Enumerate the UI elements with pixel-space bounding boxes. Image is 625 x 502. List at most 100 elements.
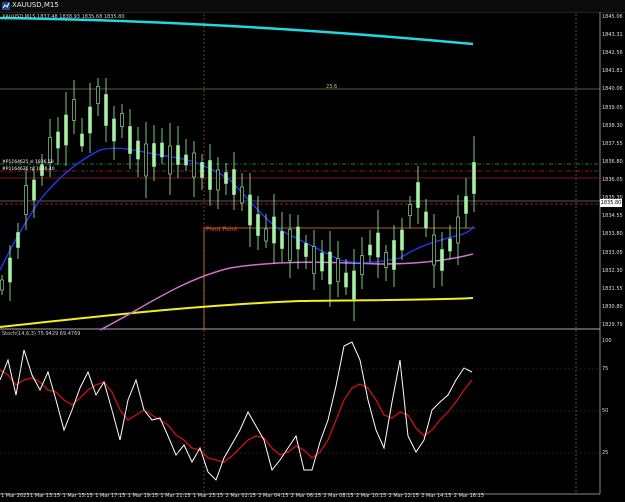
candle-body [64, 114, 68, 146]
candle-body [160, 142, 164, 158]
candle-body [24, 185, 28, 215]
price-tick-label: 1834.55 [602, 213, 623, 220]
candle-body [32, 179, 36, 201]
chart-window[interactable]: XAUUSD,M15 XAUUSD,M15 1837.48 1838.93 18… [0, 0, 625, 502]
time-tick-label: 2 Mar 16:15 [453, 493, 484, 499]
time-tick-label: 2 Mar 06:15 [290, 493, 321, 499]
candle-body [472, 162, 476, 194]
candlestick-series [0, 78, 476, 321]
time-tick-label: 2 Mar 08:15 [323, 493, 354, 499]
candle-body [296, 226, 300, 250]
price-tick-label: 1837.55 [602, 140, 623, 147]
stochastic-signal-line [0, 369, 473, 463]
time-tick-label: 1 Mar 19:15 [127, 493, 158, 499]
candle-body [128, 126, 132, 154]
candle-body [240, 186, 244, 204]
price-tick-label: 1842.56 [602, 50, 623, 57]
candle-body [256, 214, 260, 236]
tp-line-label: #P1164625 tp 1836.40 [2, 167, 55, 172]
time-tick-label: 2 Mar 10:15 [356, 493, 387, 499]
candle-body [368, 244, 372, 256]
candle-body [304, 243, 308, 257]
candle-body [464, 196, 468, 214]
indicator-tick-label: 50 [602, 408, 609, 414]
sl-line-label: #P1164625 sl 1836.50 [2, 160, 54, 165]
price-chart[interactable] [0, 0, 625, 502]
candle-body [16, 232, 20, 248]
indicator-tick-label: 25 [602, 450, 609, 456]
candle-body [456, 216, 460, 244]
time-tick-label: 1 Mar 15:15 [62, 493, 93, 499]
current-price-badge: 1835.80 [600, 199, 622, 207]
candle-body [216, 169, 220, 191]
candle-body [312, 246, 316, 274]
candle-body [120, 113, 124, 127]
ma-mid-line [99, 253, 474, 331]
candle-body [336, 258, 340, 282]
price-tick-label: 1833.05 [602, 249, 623, 256]
time-tick-label: 2 Mar 12:15 [388, 493, 419, 499]
candle-body [200, 162, 204, 178]
fib-level-label: 23.6 [326, 84, 338, 90]
stochastic-label: Stoch(14,6,3) 75.9429 69.4769 [2, 331, 81, 337]
candle-body [280, 231, 284, 249]
candle-body [112, 118, 116, 142]
price-tick-label: 1836.05 [602, 177, 623, 184]
price-tick-label: 1836.80 [602, 158, 623, 165]
price-tick-label: 1830.80 [602, 303, 623, 310]
ma-slow-line [0, 297, 474, 328]
indicator-tick-label: 75 [602, 366, 609, 372]
price-tick-label: 1839.05 [602, 104, 623, 111]
time-tick-label: 1 Mar 2023 [1, 493, 30, 499]
candle-body [72, 99, 76, 121]
candle-body [56, 131, 60, 149]
candle-body [448, 238, 452, 252]
price-tick-label: 1832.30 [602, 267, 623, 274]
candle-body [264, 228, 268, 242]
symbol-ohlc-line: XAUUSD,M15 1837.48 1838.93 1835.68 1835.… [2, 14, 125, 20]
candle-body [0, 279, 4, 291]
indicator-tick-label: 100 [602, 338, 612, 344]
candle-body [432, 234, 436, 266]
candle-body [192, 152, 196, 178]
candle-body [272, 216, 276, 244]
candle-body [144, 143, 148, 177]
candle-body [320, 252, 324, 272]
price-tick-label: 1840.06 [602, 86, 623, 93]
candle-body [288, 229, 292, 261]
candle-body [88, 106, 92, 134]
time-tick-label: 1 Mar 13:15 [30, 493, 61, 499]
price-tick-label: 1843.31 [602, 32, 623, 39]
time-tick-label: 1 Mar 17:15 [95, 493, 126, 499]
price-tick-label: 1838.30 [602, 122, 623, 129]
candle-body [384, 252, 388, 268]
price-tick-label: 1841.81 [602, 68, 623, 75]
candle-body [376, 232, 380, 258]
time-tick-label: 2 Mar 02:15 [225, 493, 256, 499]
candle-body [96, 86, 100, 104]
candle-body [168, 145, 172, 175]
candle-body [8, 257, 12, 283]
time-tick-label: 2 Mar 14:15 [421, 493, 452, 499]
pivot-point-label: Pivot Point [206, 226, 238, 233]
candle-body [232, 169, 236, 195]
time-tick-label: 1 Mar 21:15 [160, 493, 191, 499]
price-tick-label: 1829.79 [602, 322, 623, 328]
candle-body [440, 249, 444, 271]
candle-body [392, 240, 396, 270]
candle-body [136, 140, 140, 160]
candle-body [352, 270, 356, 300]
price-tick-label: 1833.80 [602, 231, 623, 238]
candle-body [104, 94, 108, 126]
time-tick-label: 1 Mar 23:15 [193, 493, 224, 499]
candle-body [208, 160, 212, 190]
candle-body [152, 143, 156, 167]
ma-top-line [0, 16, 474, 46]
candle-body [344, 272, 348, 288]
candle-body [48, 137, 52, 163]
time-tick-label: 2 Mar 04:15 [258, 493, 289, 499]
candle-body [424, 211, 428, 229]
candle-body [400, 229, 404, 251]
candle-body [360, 255, 364, 275]
candle-body [224, 172, 228, 184]
